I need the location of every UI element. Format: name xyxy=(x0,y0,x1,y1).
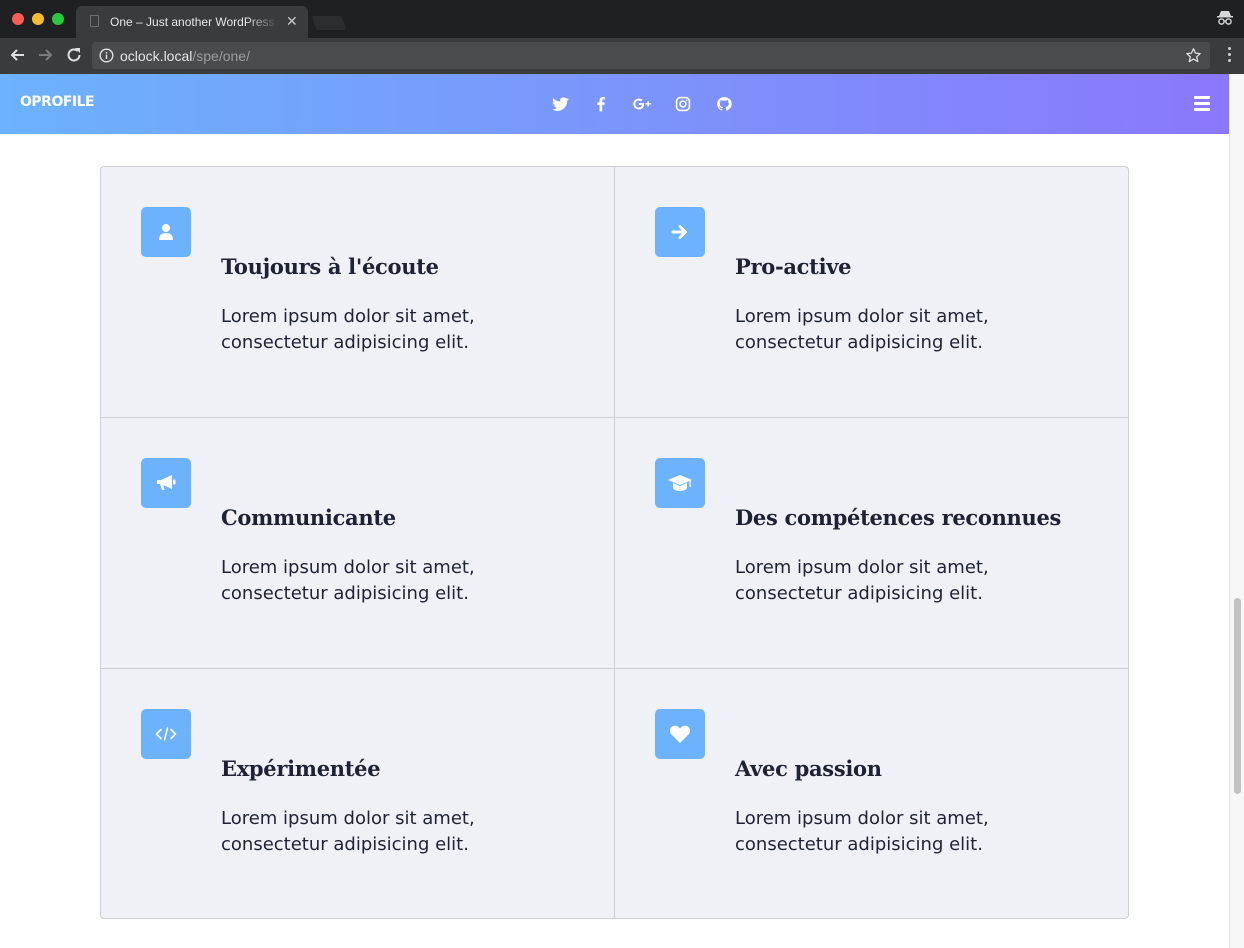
address-bar[interactable]: oclock.local/spe/one/ xyxy=(92,42,1210,69)
hamburger-menu-icon[interactable] xyxy=(1194,96,1210,114)
feature-description: Lorem ipsum dolor sit amet, consectetur … xyxy=(735,557,989,604)
feature-title: Pro-active xyxy=(735,254,852,279)
feature-card: Toujours à l'écoute Lorem ipsum dolor si… xyxy=(101,167,615,418)
github-icon[interactable] xyxy=(713,93,735,115)
site-logo[interactable]: OPROFILE xyxy=(20,94,95,110)
site-info-icon[interactable] xyxy=(99,48,114,63)
feature-description: Lorem ipsum dolor sit amet, consectetur … xyxy=(735,808,989,855)
page-viewport: OPROFILE Toujours à l'écoute Lorem ipsum… xyxy=(0,74,1229,948)
reload-icon[interactable] xyxy=(64,45,84,65)
twitter-icon[interactable] xyxy=(549,93,571,115)
facebook-icon[interactable] xyxy=(590,93,612,115)
minimize-window-button[interactable] xyxy=(32,13,44,25)
forward-arrow-icon[interactable] xyxy=(35,45,55,65)
feature-card: Pro-active Lorem ipsum dolor sit amet, c… xyxy=(615,167,1128,418)
user-icon xyxy=(141,207,191,257)
feature-title: Expérimentée xyxy=(221,756,381,781)
back-arrow-icon[interactable] xyxy=(8,45,28,65)
browser-titlebar: One – Just another WordPress site ✕ xyxy=(0,0,1244,38)
url-path: /spe/one/ xyxy=(192,48,250,64)
url-host: oclock.local xyxy=(120,48,193,64)
features-grid: Toujours à l'écoute Lorem ipsum dolor si… xyxy=(100,166,1129,919)
feature-description: Lorem ipsum dolor sit amet, consectetur … xyxy=(221,557,475,604)
browser-menu-icon[interactable] xyxy=(1228,47,1232,65)
browser-toolbar: oclock.local/spe/one/ xyxy=(0,38,1244,74)
site-navbar: OPROFILE xyxy=(0,74,1229,134)
tab-close-icon[interactable]: ✕ xyxy=(286,13,298,30)
arrow-right-icon xyxy=(655,207,705,257)
close-window-button[interactable] xyxy=(12,13,24,25)
feature-title: Des compétences reconnues xyxy=(735,505,1062,530)
tab-title: One – Just another WordPress site xyxy=(110,15,280,29)
maximize-window-button[interactable] xyxy=(52,13,64,25)
social-links xyxy=(549,92,754,116)
page-icon xyxy=(90,15,99,27)
feature-title: Avec passion xyxy=(735,756,882,781)
url-text: oclock.local/spe/one/ xyxy=(120,48,250,64)
feature-description: Lorem ipsum dolor sit amet, consectetur … xyxy=(221,808,475,855)
feature-card: Avec passion Lorem ipsum dolor sit amet,… xyxy=(615,669,1128,918)
feature-card: Expérimentée Lorem ipsum dolor sit amet,… xyxy=(101,669,615,918)
bullhorn-icon xyxy=(141,458,191,508)
scrollbar-thumb[interactable] xyxy=(1234,598,1241,794)
feature-description: Lorem ipsum dolor sit amet, consectetur … xyxy=(735,306,989,353)
incognito-icon xyxy=(1216,9,1234,32)
heart-icon xyxy=(655,709,705,759)
instagram-icon[interactable] xyxy=(672,93,694,115)
feature-card: Des compétences reconnues Lorem ipsum do… xyxy=(615,418,1128,669)
feature-card: Communicante Lorem ipsum dolor sit amet,… xyxy=(101,418,615,669)
new-tab-button[interactable] xyxy=(311,16,347,30)
graduation-cap-icon xyxy=(655,458,705,508)
feature-title: Communicante xyxy=(221,505,396,530)
feature-title: Toujours à l'écoute xyxy=(221,254,439,279)
page-scrollbar[interactable] xyxy=(1229,74,1244,948)
feature-description: Lorem ipsum dolor sit amet, consectetur … xyxy=(221,306,475,353)
browser-tab[interactable]: One – Just another WordPress site ✕ xyxy=(76,6,308,38)
code-icon xyxy=(141,709,191,759)
bookmark-star-icon[interactable] xyxy=(1185,47,1202,64)
google-plus-icon[interactable] xyxy=(631,93,653,115)
